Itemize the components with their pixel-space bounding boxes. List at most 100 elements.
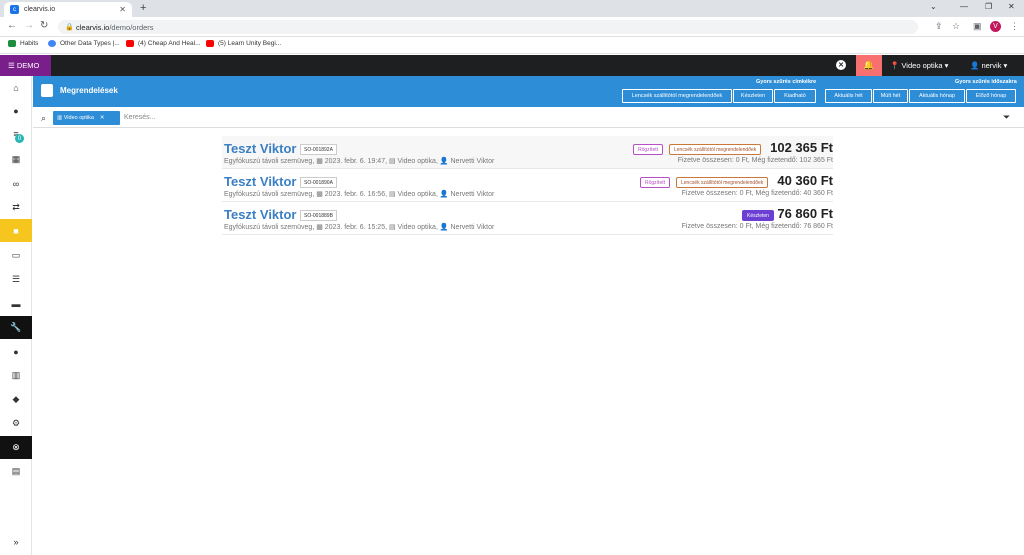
new-tab-icon[interactable]: + <box>140 2 146 14</box>
user-icon[interactable]: ● <box>0 99 32 122</box>
gear-icon[interactable]: ⚙ <box>0 412 32 435</box>
time-previous-month-button[interactable]: Előző hónap <box>966 89 1016 103</box>
order-price: 40 360 Ft <box>777 173 833 188</box>
forward-icon[interactable]: → <box>24 20 34 31</box>
customer-name[interactable]: Teszt Viktor <box>224 207 296 222</box>
profile-avatar[interactable]: V <box>990 21 1001 32</box>
money-icon[interactable]: ▭ <box>0 244 32 267</box>
chip-label: Video optika <box>63 115 94 121</box>
database-icon[interactable]: ▤ <box>0 460 32 483</box>
time-current-month-button[interactable]: Aktuális hónap <box>909 89 965 103</box>
user-dropdown[interactable]: 👤 nervik ▾ <box>970 61 1007 70</box>
list-icon[interactable]: ☰ <box>0 268 32 291</box>
page-title: Megrendelések <box>60 86 118 95</box>
order-row[interactable]: Teszt Viktor SO-001890A Egyfókuszú távol… <box>222 169 833 202</box>
expand-sidebar-icon[interactable]: » <box>0 530 32 553</box>
clearvis-favicon-icon: c <box>10 5 19 14</box>
bookmarks-bar: Habits Other Data Types |... (4) Cheap A… <box>0 37 1024 54</box>
status-badge-rogzitett: Rögzített <box>640 177 671 188</box>
glasses-icon[interactable]: ∞ <box>0 172 32 195</box>
customer-name[interactable]: Teszt Viktor <box>224 174 296 189</box>
order-code: SO-001889B <box>300 210 337 221</box>
order-price: 76 860 Ft <box>777 206 833 221</box>
bookmark-habits[interactable]: Habits <box>8 40 38 47</box>
shopping-bag-icon[interactable]: ■ <box>0 219 32 242</box>
demo-label: DEMO <box>16 61 40 70</box>
url-path: /demo/orders <box>109 22 154 32</box>
person-icon[interactable]: ● <box>0 340 32 363</box>
location-filter-chip[interactable]: ▥ Video optika ✕ <box>53 111 120 125</box>
orders-list: Teszt Viktor SO-001892A Egyfókuszú távol… <box>222 136 833 235</box>
bookmark-label: (4) Cheap And Heal... <box>138 40 201 47</box>
restore-icon[interactable]: ❐ <box>985 2 992 11</box>
order-row[interactable]: Teszt Viktor SO-001892A Egyfókuszú távol… <box>222 136 833 169</box>
close-tab-icon[interactable]: ✕ <box>119 5 126 14</box>
filter-lencsek-button[interactable]: Lencsék szállítótól megrendelendőek <box>622 89 732 103</box>
back-icon[interactable]: ← <box>7 20 17 31</box>
customer-name[interactable]: Teszt Viktor <box>224 141 296 156</box>
menu-dots-icon[interactable]: ⋮ <box>1010 21 1019 32</box>
payment-status: Fizetve összesen: 0 Ft, Még fizetendő: 4… <box>681 190 833 197</box>
shopping-bag-icon <box>41 84 53 97</box>
status-badge-rogzitett: Rögzített <box>633 144 664 155</box>
url-host: clearvis.io <box>76 22 110 32</box>
demo-menu-button[interactable]: ☰ DEMO <box>0 55 51 76</box>
bookmark-label: Habits <box>20 40 39 47</box>
youtube-icon <box>126 40 134 47</box>
repeat-icon[interactable]: ⇄ <box>0 196 32 219</box>
order-meta: Egyfókuszú távoli szemüveg, ▦ 2023. febr… <box>224 191 495 198</box>
minimize-icon[interactable]: — <box>960 2 968 11</box>
list-check-icon[interactable]: ≡ 0 <box>0 122 32 145</box>
location-dropdown[interactable]: 📍 Video optika ▾ <box>890 61 948 70</box>
youtube-icon <box>206 40 214 47</box>
url-input[interactable]: 🔒 clearvis.io/demo/orders <box>58 20 918 34</box>
reload-icon[interactable]: ↻ <box>40 20 48 31</box>
lock-icon: 🔒 <box>65 24 74 31</box>
time-current-week-button[interactable]: Aktuális hét <box>825 89 872 103</box>
notification-bell-icon[interactable]: 🔔 <box>856 55 882 76</box>
star-icon[interactable]: ☆ <box>952 21 960 32</box>
close-circle-icon[interactable]: ⊗ <box>0 436 32 459</box>
tag-filter-label: Gyors szűrés címkékre <box>756 79 817 85</box>
bookmark-cheap-and-heal[interactable]: (4) Cheap And Heal... <box>126 40 201 47</box>
search-bar: ⌕ ▥ Video optika ✕ Keresés... ⏷ <box>33 108 1024 128</box>
order-code: SO-001890A <box>300 177 337 188</box>
order-meta: Egyfókuszú távoli szemüveg, ▦ 2023. febr… <box>224 158 495 165</box>
time-filter-label: Gyors szűrés időszakra <box>955 79 1017 85</box>
location-label: Video optika <box>901 61 943 70</box>
search-icon: ⌕ <box>41 113 47 123</box>
payment-status: Fizetve összesen: 0 Ft, Még fizetendő: 1… <box>677 157 833 164</box>
chevron-down-icon[interactable]: ⌄ <box>930 2 937 11</box>
status-badge-keszleten: Készleten <box>742 210 774 221</box>
order-price: 102 365 Ft <box>770 140 833 155</box>
search-input[interactable]: Keresés... <box>124 114 156 121</box>
wrench-icon[interactable]: 🔧 <box>0 316 32 339</box>
filter-keszleten-button[interactable]: Készleten <box>733 89 773 103</box>
briefcase-icon[interactable]: ▬ <box>0 292 32 315</box>
badge-count: 0 <box>15 134 24 143</box>
home-icon[interactable]: ⌂ <box>0 76 32 99</box>
globe-icon <box>48 40 56 47</box>
browser-tabbar: c clearvis.io ✕ + ⌄ — ❐ ✕ <box>0 0 1024 17</box>
bookmark-other-data-types[interactable]: Other Data Types |... <box>48 40 120 47</box>
filter-icon[interactable]: ⏷ <box>1003 112 1010 123</box>
user-label: nervik <box>981 61 1002 70</box>
status-badge-lencsek: Lencsék szállítótól megrendelendőek <box>669 144 762 155</box>
building-icon[interactable]: ▥ <box>0 364 32 387</box>
chip-remove-icon[interactable]: ✕ <box>100 115 105 121</box>
close-circle-icon[interactable]: ✕ <box>836 60 846 70</box>
order-meta: Egyfókuszú távoli szemüveg, ▦ 2023. febr… <box>224 224 495 231</box>
tag-icon[interactable]: ◆ <box>0 388 32 411</box>
payment-status: Fizetve összesen: 0 Ft, Még fizetendő: 7… <box>681 223 833 230</box>
share-icon[interactable]: ⇪ <box>935 21 943 32</box>
time-last-week-button[interactable]: Múlt hét <box>873 89 908 103</box>
browser-tab[interactable]: c clearvis.io ✕ <box>4 2 132 17</box>
close-window-icon[interactable]: ✕ <box>1008 2 1015 11</box>
calendar-icon[interactable]: ▦ <box>0 148 32 171</box>
bookmark-label: Other Data Types |... <box>60 40 120 47</box>
bookmark-learn-unity[interactable]: (5) Learn Unity Begi... <box>206 40 281 47</box>
filter-kiadhato-button[interactable]: Kiadható <box>774 89 816 103</box>
app-topbar: ☰ DEMO ✕ 🔔 📍 Video optika ▾ 👤 nervik ▾ <box>0 55 1024 76</box>
sidepanel-icon[interactable]: ▣ <box>973 21 982 32</box>
order-row[interactable]: Teszt Viktor SO-001889B Egyfókuszú távol… <box>222 202 833 235</box>
